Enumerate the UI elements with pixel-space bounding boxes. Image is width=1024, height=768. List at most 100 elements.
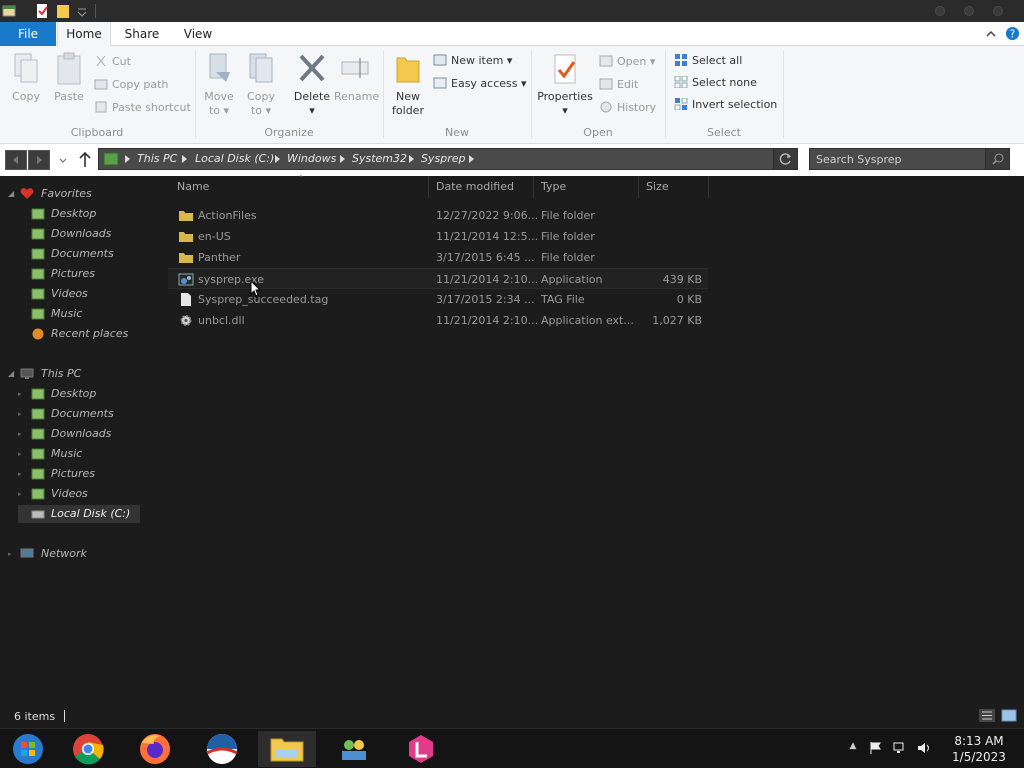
copy-to-button[interactable]: Copy to ▾ <box>242 52 280 118</box>
easy-access-button[interactable]: Easy access ▾ <box>433 75 527 93</box>
nav-pc-pictures[interactable]: ▸ Pictures <box>0 465 168 483</box>
explorer-app-icon[interactable] <box>2 3 16 19</box>
select-none-button[interactable]: Select none <box>674 74 757 92</box>
file-row[interactable]: en-US 11/21/2014 12:5... File folder <box>168 226 708 247</box>
breadcrumb-this-pc[interactable]: This PC <box>137 152 177 165</box>
search-box[interactable] <box>809 148 1010 170</box>
paste-button[interactable]: Paste <box>50 52 88 104</box>
network-tray-icon[interactable] <box>893 741 907 755</box>
nav-fav-desktop[interactable]: Desktop <box>0 205 168 223</box>
nav-pc-local-disk[interactable]: Local Disk (C:) <box>18 505 140 523</box>
help-icon[interactable]: ? <box>1005 26 1020 41</box>
new-folder-button[interactable]: New folder <box>388 52 428 118</box>
file-row[interactable]: ActionFiles 12/27/2022 9:06... File fold… <box>168 205 708 226</box>
breadcrumb-local-disk[interactable]: Local Disk (C:) <box>195 152 274 165</box>
item-count: 6 items <box>14 710 56 723</box>
taskbar-network-app[interactable] <box>325 731 383 767</box>
customize-qat-icon[interactable] <box>75 3 89 19</box>
nav-pc-downloads[interactable]: ▸ Downloads <box>0 425 168 443</box>
history-button[interactable]: History <box>599 99 656 117</box>
rename-button[interactable]: Rename <box>334 52 379 104</box>
nav-network[interactable]: ▸ Network <box>0 545 168 563</box>
volume-icon[interactable] <box>917 741 931 755</box>
back-button[interactable] <box>5 150 27 170</box>
address-bar[interactable]: This PC Local Disk (C:) Windows System32… <box>98 148 798 170</box>
forward-button[interactable] <box>28 150 50 170</box>
taskbar-obama-app[interactable] <box>193 731 251 767</box>
taskbar-chrome[interactable] <box>59 731 117 767</box>
nav-fav-pictures[interactable]: Pictures <box>0 265 168 283</box>
taskbar-firefox[interactable] <box>126 731 184 767</box>
nav-pc-documents[interactable]: ▸ Documents <box>0 405 168 423</box>
taskbar-app-launcher[interactable] <box>392 731 450 767</box>
maximize-button[interactable] <box>964 6 974 16</box>
file-row[interactable]: Sysprep_succeeded.tag 3/17/2015 2:34 ...… <box>168 289 708 310</box>
collapse-ribbon-icon[interactable] <box>985 28 997 40</box>
column-divider[interactable] <box>638 176 639 198</box>
cut-button[interactable]: Cut <box>94 53 131 71</box>
tab-view[interactable]: View <box>176 22 220 46</box>
large-icons-view-icon[interactable] <box>1001 709 1017 722</box>
nav-label: Downloads <box>51 227 112 240</box>
start-button[interactable] <box>0 731 58 767</box>
minimize-button[interactable] <box>935 6 945 16</box>
nav-fav-videos[interactable]: Videos <box>0 285 168 303</box>
column-header-size[interactable]: Size <box>646 180 669 193</box>
new-item-button[interactable]: New item ▾ <box>433 52 512 70</box>
up-arrow-icon[interactable] <box>78 151 92 169</box>
nav-pc-videos[interactable]: ▸ Videos <box>0 485 168 503</box>
nav-fav-downloads[interactable]: Downloads <box>0 225 168 243</box>
copy-button[interactable]: Copy <box>8 52 44 104</box>
refresh-button[interactable] <box>773 149 797 169</box>
file-row[interactable]: Panther 3/17/2015 6:45 ... File folder <box>168 247 708 268</box>
column-header-name[interactable]: Name <box>177 180 209 193</box>
edit-button[interactable]: Edit <box>599 76 638 94</box>
delete-button[interactable]: Delete ▾ <box>290 52 334 118</box>
search-input[interactable] <box>816 151 982 167</box>
copy-path-button[interactable]: Copy path <box>94 76 168 94</box>
nav-this-pc[interactable]: ◢ This PC <box>0 365 168 383</box>
nav-favorites[interactable]: ◢ Favorites <box>0 185 168 203</box>
column-divider[interactable] <box>533 176 534 198</box>
nav-fav-documents[interactable]: Documents <box>0 245 168 263</box>
expand-network-icon[interactable]: ▸ <box>8 545 12 563</box>
move-to-button[interactable]: Move to ▾ <box>200 52 238 118</box>
nav-fav-music[interactable]: Music <box>0 305 168 323</box>
tab-share[interactable]: Share <box>116 22 168 46</box>
paste-shortcut-button[interactable]: Paste shortcut <box>94 99 191 117</box>
clock[interactable]: 8:13 AM 1/5/2023 <box>944 733 1014 765</box>
search-button[interactable] <box>985 149 1009 169</box>
file-row[interactable]: sysprep.exe 11/21/2014 2:10... Applicati… <box>168 268 708 289</box>
invert-selection-button[interactable]: Invert selection <box>674 96 777 114</box>
breadcrumb-windows[interactable]: Windows <box>287 152 336 165</box>
tab-home[interactable]: Home <box>57 22 111 47</box>
expand-this-pc-icon[interactable]: ◢ <box>8 365 14 383</box>
column-divider[interactable] <box>708 176 709 198</box>
action-center-flag-icon[interactable] <box>868 741 882 755</box>
breadcrumb-system32[interactable]: System32 <box>352 152 407 165</box>
file-row[interactable]: unbcl.dll 11/21/2014 2:10... Application… <box>168 310 708 331</box>
nav-pc-music[interactable]: ▸ Music <box>0 445 168 463</box>
open-button[interactable]: Open ▾ <box>599 53 655 71</box>
details-view-icon[interactable] <box>979 709 995 722</box>
search-icon <box>992 153 1004 165</box>
new-folder-qat-icon[interactable] <box>56 3 70 19</box>
properties-qat-icon[interactable] <box>35 3 49 19</box>
taskbar-file-explorer[interactable] <box>258 731 316 767</box>
breadcrumb-sysprep[interactable]: Sysprep <box>421 152 465 165</box>
expand-favorites-icon[interactable]: ◢ <box>8 185 14 203</box>
column-header-type[interactable]: Type <box>541 180 566 193</box>
paste-label: Paste <box>54 90 84 103</box>
nav-pc-desktop[interactable]: ▸ Desktop <box>0 385 168 403</box>
column-header-date[interactable]: Date modified <box>436 180 514 193</box>
tab-file[interactable]: File <box>0 22 56 46</box>
show-hidden-icons[interactable]: ▲ <box>846 741 860 755</box>
select-all-button[interactable]: Select all <box>674 52 742 70</box>
column-divider[interactable] <box>428 176 429 198</box>
close-button[interactable] <box>993 6 1003 16</box>
nav-label: Local Disk (C:) <box>51 507 131 520</box>
nav-fav-recent-places[interactable]: Recent places <box>0 325 168 343</box>
properties-button[interactable]: Properties ▾ <box>536 52 594 118</box>
recent-locations-icon[interactable] <box>57 152 69 168</box>
group-divider <box>665 50 666 138</box>
